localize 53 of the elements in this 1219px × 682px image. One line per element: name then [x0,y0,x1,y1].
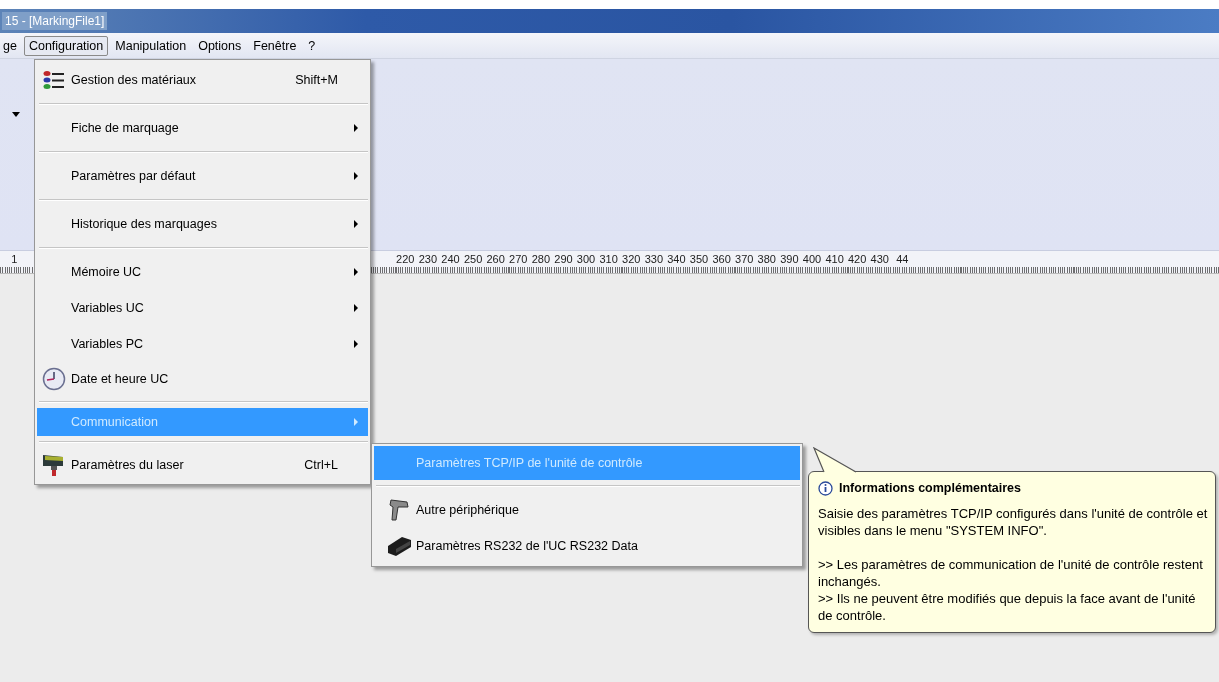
ruler-label: 290 [553,252,574,265]
menu-item[interactable]: Historique des marquages [37,206,368,242]
ruler-label: 220 [395,252,416,265]
clock-icon [42,367,66,391]
ruler-label: 310 [598,252,619,265]
balloon-note: >> Ils ne peuvent être modifiés que depuis la face avant de l'unité de contrôle. [818,590,1197,624]
balloon-text: Saisie des paramètres TCP/IP configurés dans l'unité de contrôle et visibles dans le menu "SYSTEM INFO". [818,505,1209,539]
menu-item[interactable]: Date et heure UC [37,362,368,396]
balloon-note: >> Les paramètres de communication de l'unité de contrôle restent inchangés. [818,556,1204,590]
menu-item[interactable]: Variables PC [37,326,368,362]
ruler-label: 270 [508,252,529,265]
ruler-label: 330 [643,252,664,265]
ruler-label: 380 [756,252,777,265]
ruler-label: 410 [824,252,845,265]
material-list-icon [43,70,65,90]
barcode-scanner-icon [387,498,411,522]
menu-item[interactable]: Paramètres du laser Ctrl+L [37,448,368,482]
ruler-label: 420 [847,252,868,265]
ruler-label: 430 [869,252,890,265]
ruler-label: 230 [417,252,439,265]
menu-item[interactable]: Paramètres par défaut [37,158,368,194]
ruler-label: 260 [485,252,506,265]
ruler-label: 400 [801,252,823,265]
ruler-label: 340 [666,252,687,265]
window-title: 15 - [MarkingFile1] [2,12,108,30]
ruler-label: 44 [895,252,910,265]
balloon-title: Informations complémentaires [839,480,1021,497]
ruler-label: 240 [440,252,461,265]
laser-head-icon [42,453,66,477]
menu-item[interactable]: Variables UC [37,290,368,326]
serial-device-icon [386,534,412,558]
ruler-label: 370 [734,252,755,265]
menu-bar-item[interactable]: Fenêtre [248,35,302,56]
menu-item[interactable]: Autre périphérique [374,492,800,528]
ruler-label: 250 [462,252,484,265]
menu-bar-item[interactable]: ge [0,35,22,56]
menu-bar-item[interactable]: Options [193,35,247,56]
menu-bar-item[interactable]: Manipulation [110,35,192,56]
menu-bar-item[interactable]: Configuration [23,35,109,56]
info-icon [818,481,833,496]
ruler-label: 280 [530,252,552,265]
dropdown-arrow-icon[interactable] [12,112,20,117]
ruler-label: 300 [575,252,597,265]
menu-item[interactable]: Gestion des matériaux Shift+M [37,62,368,98]
ruler-label: 350 [688,252,710,265]
menu-item[interactable]: Mémoire UC [37,254,368,290]
menu-bar-item[interactable]: ? [303,35,321,56]
menu-item[interactable]: Fiche de marquage [37,110,368,146]
menu-item[interactable]: Paramètres RS232 de l'UC RS232 Data [374,528,800,564]
ruler-label: 320 [621,252,642,265]
ruler-label: 390 [779,252,800,265]
ruler-label: 360 [711,252,732,265]
ruler-label: 1 [10,252,19,265]
